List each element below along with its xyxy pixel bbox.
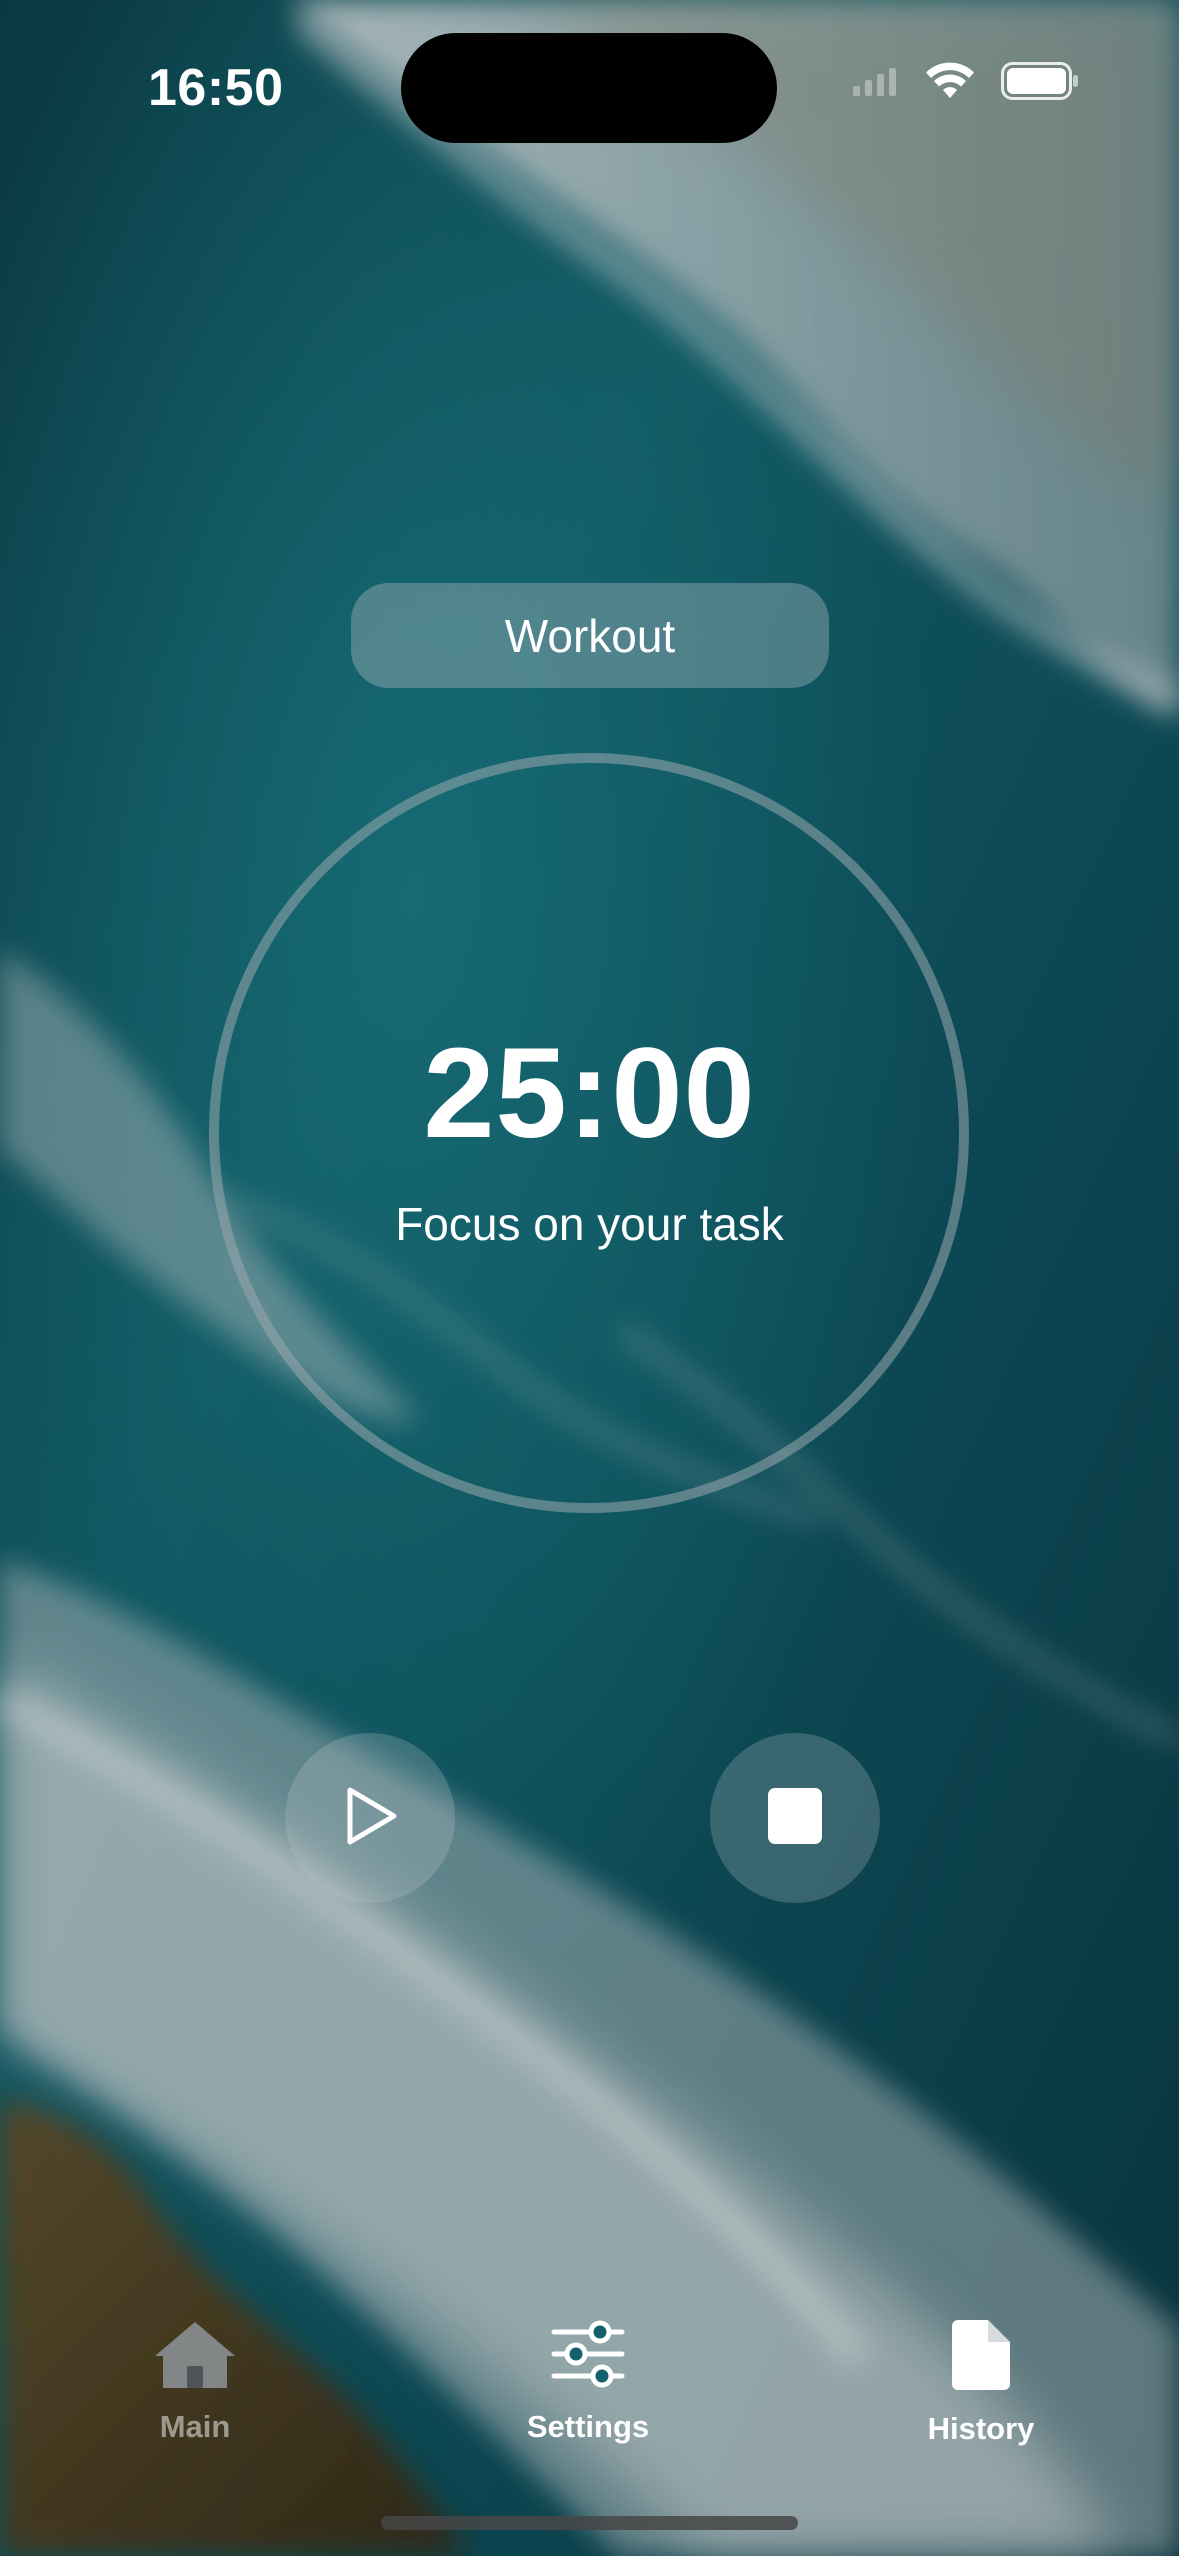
tab-settings-label: Settings xyxy=(526,2409,650,2444)
document-icon xyxy=(950,2318,1012,2397)
tab-main[interactable]: Main xyxy=(85,2318,305,2445)
tab-history[interactable]: History xyxy=(871,2318,1091,2447)
tab-history-label: History xyxy=(927,2411,1035,2446)
tab-main-label: Main xyxy=(159,2409,231,2444)
cellular-signal-icon xyxy=(853,66,899,101)
battery-icon xyxy=(1001,62,1079,105)
stop-button[interactable] xyxy=(710,1733,880,1903)
stop-icon xyxy=(766,1786,824,1851)
play-button[interactable] xyxy=(285,1733,455,1903)
home-indicator[interactable] xyxy=(381,2516,798,2530)
timer-countdown: 25:00 xyxy=(423,1022,756,1165)
status-bar-time: 16:50 xyxy=(148,59,284,117)
dynamic-island xyxy=(401,33,777,143)
wifi-icon xyxy=(925,62,975,105)
pomodoro-screen: 16:50 Workout 25:00 Focus on your task M… xyxy=(0,0,1179,2556)
sliders-icon xyxy=(550,2318,626,2395)
play-icon xyxy=(338,1784,402,1853)
preset-selector-button[interactable]: Workout xyxy=(351,583,829,688)
house-icon xyxy=(153,2318,237,2395)
tab-settings[interactable]: Settings xyxy=(478,2318,698,2445)
status-bar-icons xyxy=(853,62,1079,105)
timer-caption: Focus on your task xyxy=(395,1198,784,1250)
